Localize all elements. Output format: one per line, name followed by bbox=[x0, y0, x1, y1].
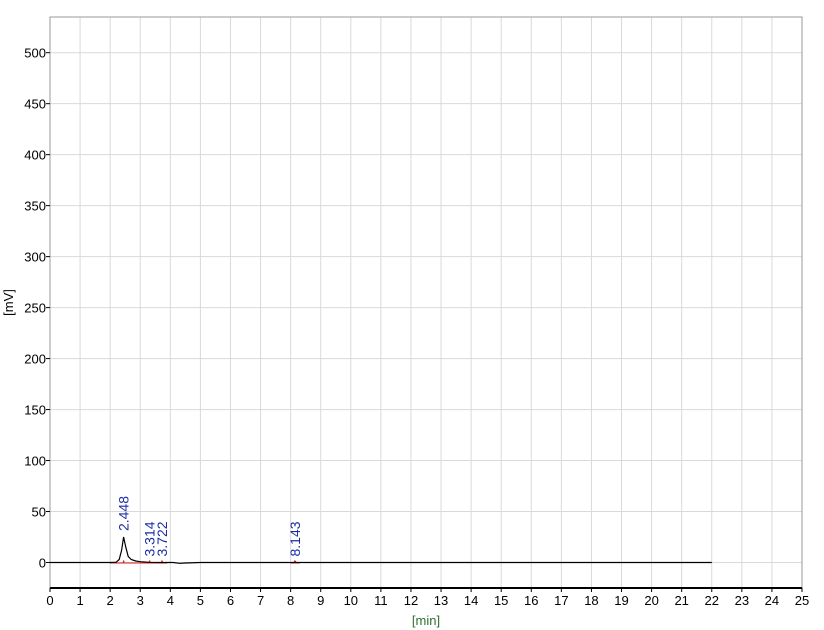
peak-label-0: 2.448 bbox=[116, 496, 132, 531]
y-tick-label-3: 150 bbox=[24, 403, 46, 418]
x-tick-label-16: 16 bbox=[524, 593, 538, 608]
x-tick-label-14: 14 bbox=[464, 593, 478, 608]
x-axis-title: [min] bbox=[412, 613, 440, 628]
x-tick-label-10: 10 bbox=[344, 593, 358, 608]
x-tick-label-4: 4 bbox=[167, 593, 174, 608]
x-tick-label-22: 22 bbox=[705, 593, 719, 608]
x-tick-label-13: 13 bbox=[434, 593, 448, 608]
x-tick-label-9: 9 bbox=[317, 593, 324, 608]
y-tick-label-7: 350 bbox=[24, 199, 46, 214]
x-tick-label-1: 1 bbox=[76, 593, 83, 608]
x-tick-label-11: 11 bbox=[374, 593, 388, 608]
y-tick-label-0: 0 bbox=[39, 556, 46, 571]
x-tick-label-3: 3 bbox=[137, 593, 144, 608]
x-tick-label-15: 15 bbox=[494, 593, 508, 608]
y-tick-label-1: 50 bbox=[32, 505, 46, 520]
x-tick-label-20: 20 bbox=[644, 593, 658, 608]
x-tick-label-8: 8 bbox=[287, 593, 294, 608]
x-tick-label-21: 21 bbox=[674, 593, 688, 608]
y-tick-label-6: 300 bbox=[24, 250, 46, 265]
y-tick-label-2: 100 bbox=[24, 454, 46, 469]
chromatogram-chart: 0 1 2 3 4 5 6 7 8 9 10 11 12 13 14 15 16 17 18 19 20 21 22 23 24… bbox=[1, 16, 809, 628]
y-tick-label-8: 400 bbox=[24, 148, 46, 163]
x-tick-label-18: 18 bbox=[584, 593, 598, 608]
plot-area bbox=[50, 17, 802, 588]
x-tick-label-23: 23 bbox=[735, 593, 749, 608]
y-axis-title: [mV] bbox=[1, 289, 16, 316]
y-tick-label-4: 200 bbox=[24, 352, 46, 367]
x-tick-label-2: 2 bbox=[107, 593, 114, 608]
y-tick-label-9: 450 bbox=[24, 97, 46, 112]
y-tick-label-10: 500 bbox=[24, 46, 46, 61]
x-tick-label-12: 12 bbox=[404, 593, 418, 608]
x-tick-label-5: 5 bbox=[197, 593, 204, 608]
y-tick-label-5: 250 bbox=[24, 301, 46, 316]
x-tick-label-19: 19 bbox=[614, 593, 628, 608]
x-tick-label-0: 0 bbox=[46, 593, 53, 608]
peak-label-3: 8.143 bbox=[287, 521, 303, 556]
x-tick-label-7: 7 bbox=[257, 593, 264, 608]
peak-label-2: 3.722 bbox=[154, 521, 170, 556]
x-tick-label-17: 17 bbox=[554, 593, 568, 608]
x-tick-label-24: 24 bbox=[765, 593, 779, 608]
x-tick-label-25: 25 bbox=[795, 593, 809, 608]
x-tick-label-6: 6 bbox=[227, 593, 234, 608]
